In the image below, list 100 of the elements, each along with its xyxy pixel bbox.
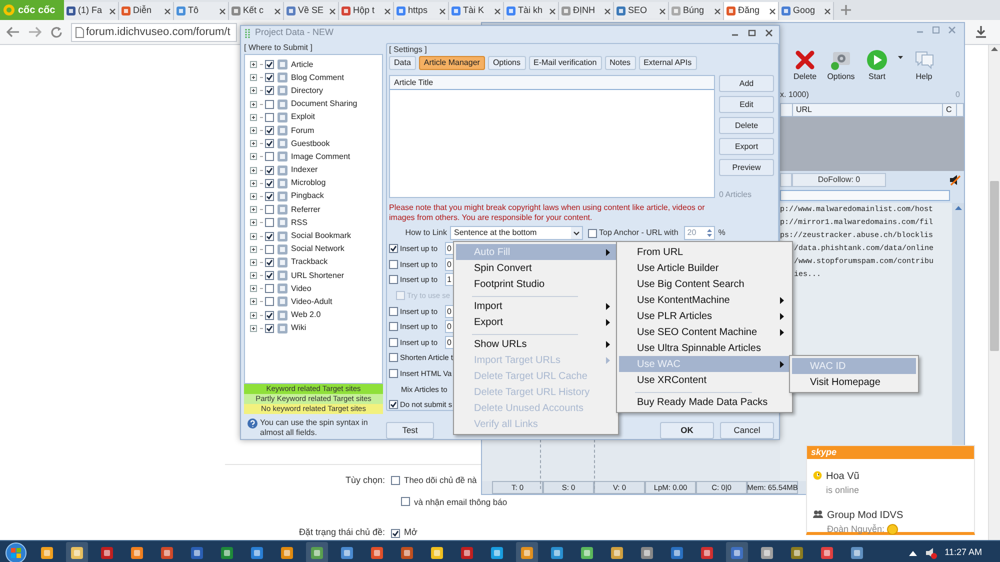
expand-icon[interactable]	[250, 272, 257, 280]
dropdown[interactable]: Sentence at the bottom	[450, 226, 583, 240]
download-icon[interactable]	[974, 25, 988, 39]
menu-item[interactable]: Use SEO Content Machine	[619, 324, 790, 340]
reload-icon[interactable]	[50, 26, 63, 38]
tab[interactable]: Data	[389, 56, 416, 70]
expand-icon[interactable]	[250, 74, 257, 82]
close-icon[interactable]	[659, 8, 666, 14]
expand-icon[interactable]	[250, 246, 257, 253]
checkbox[interactable]	[389, 244, 398, 254]
tab[interactable]: Notes	[604, 56, 636, 70]
checkbox[interactable]	[265, 205, 274, 214]
browser-tab[interactable]: (1) Fa	[64, 2, 119, 20]
caret-icon[interactable]	[898, 56, 903, 59]
checkbox[interactable]	[265, 178, 274, 188]
expand-icon[interactable]	[250, 100, 257, 108]
menu-item[interactable]: Buy Ready Made Data Packs	[619, 394, 790, 410]
column-header[interactable]: C	[943, 104, 957, 116]
expand-icon[interactable]	[250, 324, 257, 332]
browser-tab[interactable]: Hộp t	[339, 2, 394, 20]
toolbar-button[interactable]: Help	[909, 49, 939, 83]
new-tab-icon[interactable]	[840, 4, 852, 16]
menu-item[interactable]: Use Ultra Spinnable Articles	[619, 340, 790, 356]
close-icon[interactable]	[439, 8, 446, 14]
back-icon[interactable]	[6, 26, 20, 38]
menu-item[interactable]: Use KontentMachine	[619, 292, 790, 308]
browser-tab[interactable]: ĐỊNH	[559, 2, 614, 20]
checkbox[interactable]	[265, 73, 274, 82]
checkbox[interactable]	[265, 100, 274, 109]
browser-tab[interactable]: Về SE	[284, 2, 339, 20]
checkbox[interactable]	[265, 139, 274, 148]
browser-tab[interactable]: Tài kh	[504, 2, 559, 20]
close-icon[interactable]	[109, 8, 116, 14]
expand-icon[interactable]	[250, 140, 257, 148]
browser-tab[interactable]: Búng	[669, 2, 724, 20]
number-field[interactable]: 1	[445, 273, 453, 286]
menu-item[interactable]: Use PLR Articles	[619, 308, 790, 324]
expand-icon[interactable]	[250, 180, 257, 187]
close-icon[interactable]	[824, 8, 831, 14]
checkbox[interactable]	[389, 338, 398, 347]
menu-item[interactable]: Use XRContent	[619, 372, 790, 388]
checkbox[interactable]	[265, 86, 274, 96]
checkbox[interactable]	[265, 166, 274, 175]
checkbox[interactable]	[588, 228, 597, 238]
tab[interactable]: External APIs	[638, 56, 697, 70]
checkbox[interactable]	[265, 192, 274, 201]
checkbox[interactable]	[265, 218, 274, 228]
expand-icon[interactable]	[250, 206, 257, 214]
taskbar-button[interactable]	[306, 542, 328, 562]
volume-icon[interactable]	[924, 546, 937, 559]
expand-icon[interactable]	[250, 232, 257, 240]
checkbox[interactable]	[265, 126, 274, 136]
checkbox[interactable]	[389, 275, 398, 284]
close-icon[interactable]	[549, 8, 556, 14]
button[interactable]: Preview	[719, 159, 774, 176]
toolbar-button[interactable]: Options	[826, 49, 856, 83]
close-icon[interactable]	[219, 8, 226, 14]
contact-item[interactable]: Group Mod IDVS Đoàn Nguyễn:	[813, 508, 974, 536]
menu-item[interactable]: Use Big Content Search	[619, 276, 790, 292]
number-field[interactable]: 0	[445, 242, 453, 256]
checkbox[interactable]	[391, 528, 400, 538]
expand-icon[interactable]	[250, 258, 257, 266]
scroll-up-icon[interactable]	[954, 206, 962, 210]
browser-tab[interactable]: Diễn	[119, 2, 174, 20]
menu-item[interactable]: Import	[456, 298, 616, 314]
taskbar-button[interactable]	[66, 542, 88, 562]
expand-icon[interactable]	[250, 219, 257, 226]
checkbox[interactable]	[265, 152, 274, 162]
clock[interactable]: 11:27 AM	[944, 546, 982, 560]
expand-icon[interactable]	[250, 298, 257, 306]
close-icon[interactable]	[604, 8, 611, 14]
start-button[interactable]	[4, 542, 28, 562]
column-header[interactable]: Article Title	[390, 76, 714, 90]
button[interactable]: Test	[386, 422, 434, 439]
button[interactable]: Export	[719, 138, 774, 155]
browser-tab[interactable]: Kết c	[229, 2, 284, 20]
checkbox[interactable]	[389, 400, 398, 410]
expand-icon[interactable]	[250, 127, 257, 134]
button[interactable]: Cancel	[720, 422, 774, 439]
taskbar-button[interactable]	[516, 542, 538, 562]
checkbox[interactable]	[265, 310, 274, 320]
browser-tab[interactable]: Tô	[174, 2, 229, 20]
browser-tab[interactable]: Goog	[779, 2, 834, 20]
tray-expand-icon[interactable]	[908, 550, 917, 556]
close-icon[interactable]	[769, 8, 776, 14]
number-field[interactable]: 0	[445, 336, 453, 349]
close-icon[interactable]	[274, 8, 281, 14]
tab[interactable]: Article Manager	[418, 56, 485, 70]
button[interactable]: Delete	[719, 117, 774, 134]
close-icon[interactable]	[714, 8, 721, 14]
scroll-up-icon[interactable]	[991, 47, 998, 51]
button[interactable]: Add	[719, 75, 774, 92]
browser-tab[interactable]: https	[394, 2, 449, 20]
mute-icon[interactable]	[949, 174, 961, 186]
close-icon[interactable]	[494, 8, 501, 14]
toolbar-button[interactable]: Delete	[790, 49, 820, 83]
checkbox[interactable]	[265, 112, 274, 122]
browser-tab[interactable]: SEO	[614, 2, 669, 20]
menu-item[interactable]: Use Article Builder	[619, 260, 790, 276]
column-header[interactable]: URL	[793, 104, 943, 116]
